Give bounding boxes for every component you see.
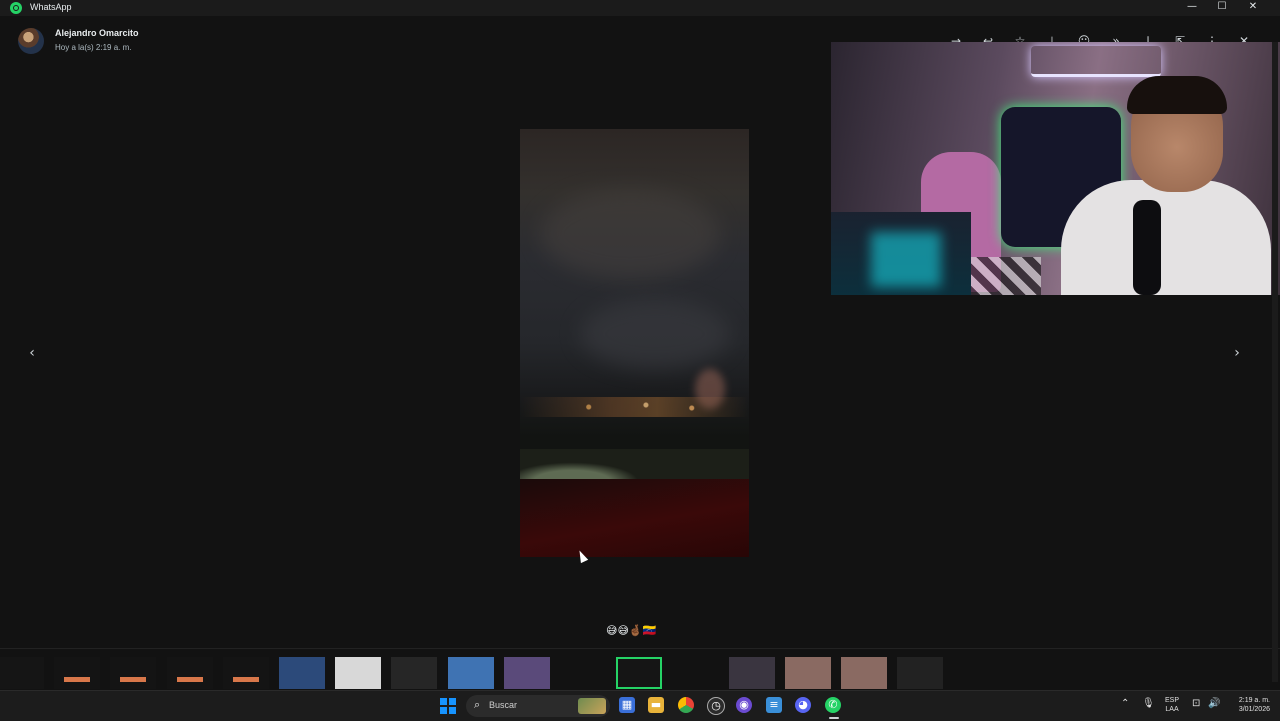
notepad-icon[interactable]: ≡	[766, 697, 782, 713]
webcam-microphone	[1133, 200, 1161, 295]
message-timestamp: Hoy a la(s) 2:19 a. m.	[55, 43, 132, 52]
webcam-neon-sign	[1031, 46, 1161, 77]
chevron-left-icon[interactable]: ‹	[23, 344, 41, 362]
whatsapp-logo-icon	[10, 2, 22, 14]
thumbnail-item[interactable]	[391, 657, 438, 689]
file-explorer-icon[interactable]: ▬	[648, 697, 664, 713]
contact-name[interactable]: Alejandro Omarcito	[55, 28, 139, 38]
webcam-floor	[971, 257, 1041, 295]
thumbnail-preview-bar	[176, 677, 203, 682]
photo-smoke	[695, 369, 725, 409]
app-title: WhatsApp	[30, 2, 72, 12]
chevron-up-icon[interactable]: ⌃	[1121, 698, 1129, 709]
thumbnail-item[interactable]	[335, 657, 382, 689]
thumbnail-preview-bar	[64, 677, 91, 682]
phone-link-icon[interactable]: ◉	[736, 697, 752, 713]
thumbnail-strip	[0, 648, 1280, 691]
webcam-person	[1061, 76, 1271, 295]
thumbnail-item[interactable]	[728, 657, 775, 689]
clock-app-icon[interactable]: ◷	[707, 697, 725, 715]
chrome-icon[interactable]	[678, 697, 694, 713]
search-icon: ⌕	[474, 698, 481, 711]
avatar[interactable]	[18, 28, 44, 54]
chevron-right-icon[interactable]: ›	[1228, 344, 1246, 362]
thumbnail-item[interactable]	[279, 657, 325, 689]
webcam-glow	[871, 232, 941, 287]
thumbnail-item[interactable]	[54, 657, 101, 689]
maximize-icon[interactable]: ☐	[1207, 0, 1237, 16]
clock-date: 3/01/2026	[1238, 706, 1270, 713]
whatsapp-icon[interactable]: ✆	[825, 697, 841, 713]
photo-roof	[520, 479, 749, 557]
photo-cloud	[540, 189, 720, 279]
thumbnail-item[interactable]	[0, 657, 44, 689]
thumbnail-item[interactable]	[672, 657, 719, 689]
taskbar-search[interactable]: ⌕ Buscar	[466, 695, 610, 717]
discord-icon[interactable]: ◕	[795, 697, 811, 713]
thumbnail-preview-bar	[232, 677, 259, 682]
search-label: Buscar	[489, 700, 518, 710]
volume-icon[interactable]: 🔊	[1208, 698, 1220, 709]
close-icon[interactable]: ✕	[1238, 0, 1268, 16]
thumbnail-item[interactable]	[503, 657, 550, 689]
photo-cloud	[580, 299, 730, 369]
network-icon[interactable]: ⊡	[1192, 698, 1200, 709]
media-caption: 😅😅🤞🏾🇻🇪	[606, 624, 657, 637]
microsoft-store-icon[interactable]: ▦	[619, 697, 635, 713]
system-clock[interactable]: 2:19 a. m. 3/01/2026	[1226, 696, 1270, 714]
webcam-hair	[1127, 76, 1227, 114]
clock-time: 2:19 a. m.	[1238, 697, 1270, 704]
webcam-overlay	[831, 42, 1280, 295]
thumbnail-item[interactable]	[222, 657, 269, 689]
window-titlebar: WhatsApp — ☐ ✕	[0, 0, 1280, 16]
thumbnail-item[interactable]	[110, 657, 157, 689]
microphone-icon[interactable]: 🎙	[1142, 698, 1155, 709]
thumbnail-item[interactable]	[616, 657, 663, 689]
thumbnail-item[interactable]	[447, 657, 494, 689]
thumbnail-item[interactable]	[560, 657, 606, 689]
scrollbar[interactable]	[1272, 42, 1278, 682]
input-language[interactable]: ESP LAA	[1165, 696, 1179, 714]
thumbnail-preview-bar	[120, 677, 147, 682]
minimize-icon[interactable]: —	[1177, 0, 1207, 16]
thumbnail-item[interactable]	[897, 657, 944, 689]
lang-code: ESP	[1165, 697, 1180, 704]
lang-layout: LAA	[1165, 706, 1179, 713]
webcam-shirt	[1061, 180, 1271, 295]
thumbnail-item[interactable]	[166, 657, 213, 689]
windows-taskbar: ⌕ Buscar ▦ ▬ ◷ ◉ ≡ ◕ ✆ ⌃ 🎙 ESP LAA ⊡ 🔊 2…	[0, 690, 1280, 721]
windows-start-icon[interactable]	[440, 698, 456, 714]
thumbnail-item[interactable]	[784, 657, 831, 689]
thumbnail-item[interactable]	[841, 657, 887, 689]
active-app-indicator	[829, 717, 839, 719]
media-photo[interactable]	[520, 129, 749, 557]
search-highlight-image	[578, 698, 606, 714]
